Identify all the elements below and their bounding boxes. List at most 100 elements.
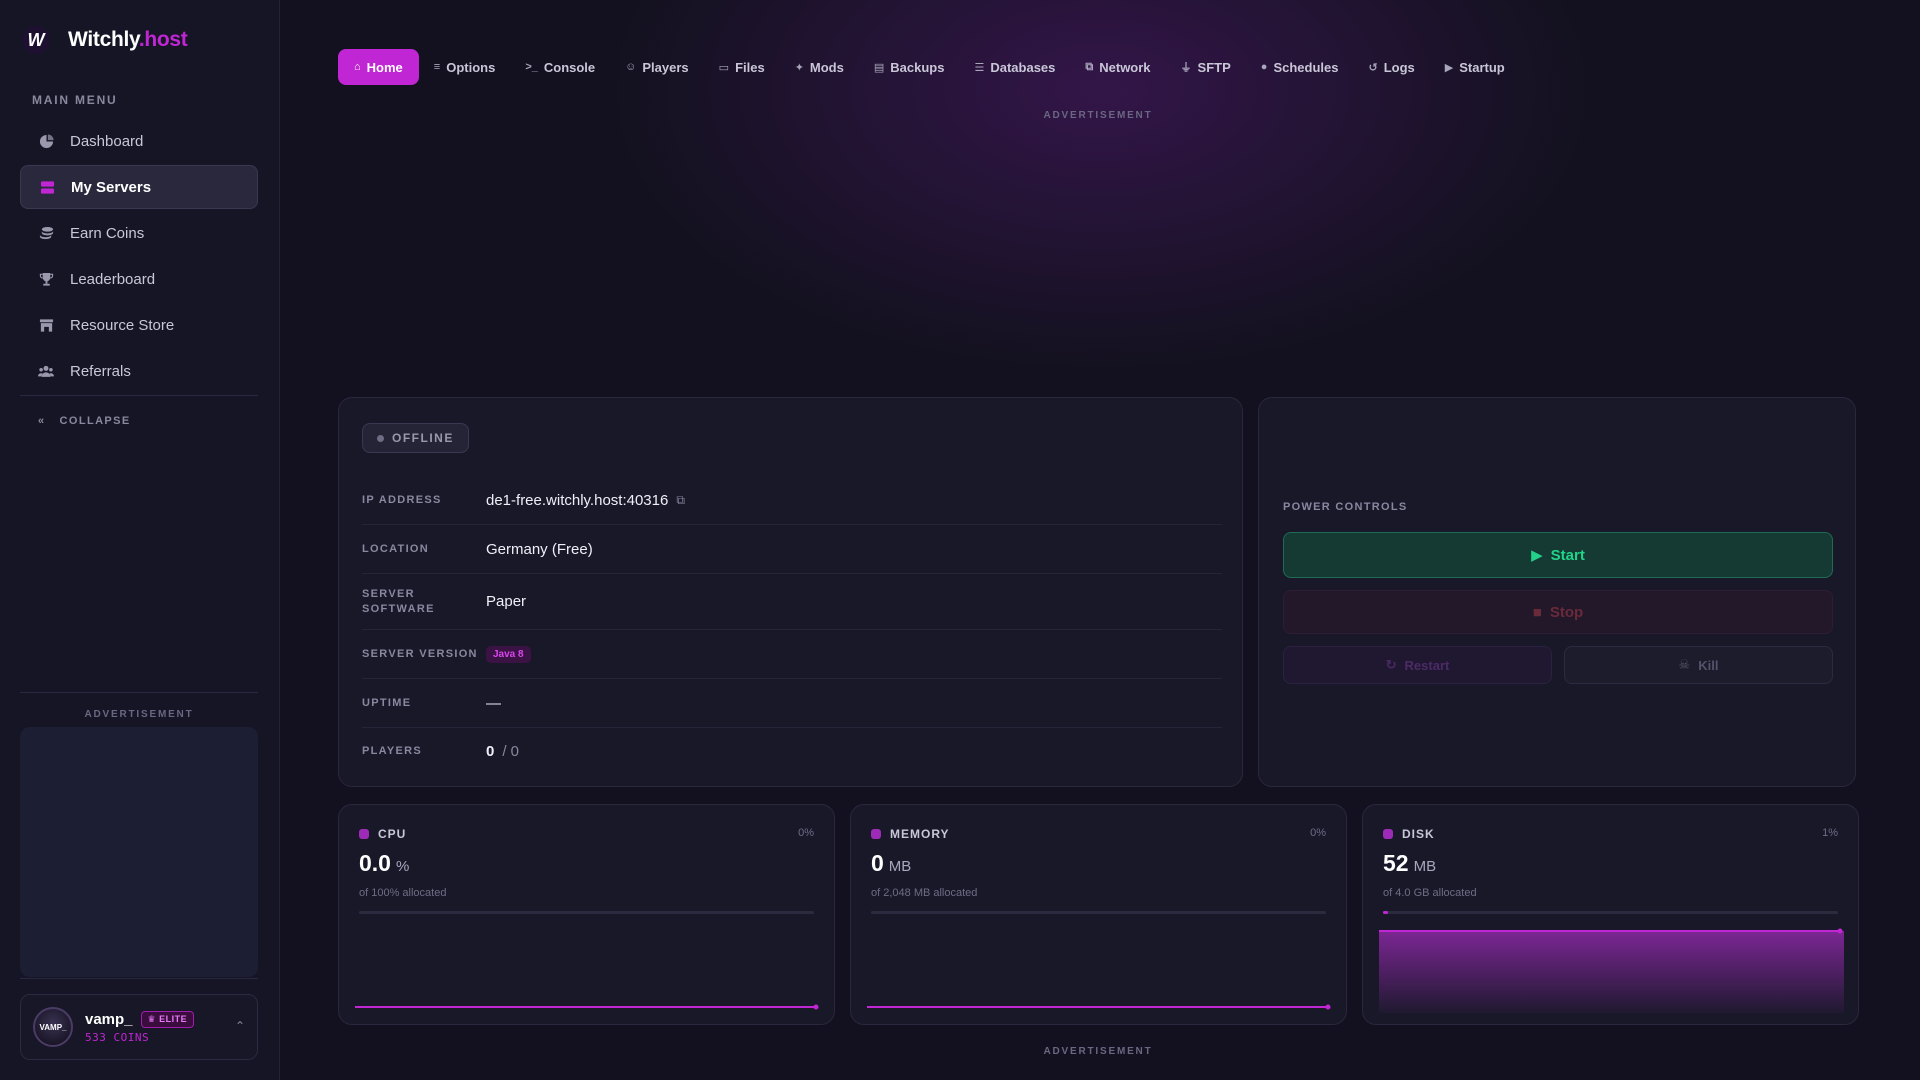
server-status-card: OFFLINE IP ADDRESS de1-free.witchly.host… xyxy=(338,397,1243,787)
start-button[interactable]: ▶ Start xyxy=(1283,532,1833,578)
sidebar-item-resource-store[interactable]: Resource Store xyxy=(20,303,258,347)
sidebar-item-referrals[interactable]: Referrals xyxy=(20,349,258,393)
status-dot-icon xyxy=(377,434,384,442)
avatar: VAMP_ xyxy=(33,1007,73,1047)
tab-players[interactable]: ☺ Players xyxy=(610,49,704,85)
tab-startup[interactable]: ▶ Startup xyxy=(1430,49,1520,85)
home-icon: ⌂ xyxy=(354,61,361,73)
tab-logs[interactable]: ↺ Logs xyxy=(1353,49,1429,85)
kill-button[interactable]: ☠ Kill xyxy=(1564,646,1833,684)
witchly-logo-icon: W xyxy=(22,26,50,54)
skull-icon: ☠ xyxy=(1678,657,1691,672)
usage-point xyxy=(1325,1004,1331,1010)
memory-value: 0 MB xyxy=(871,850,912,876)
users-icon xyxy=(38,363,54,379)
history-icon: ↺ xyxy=(1368,61,1378,74)
refresh-icon: ↻ xyxy=(1385,657,1397,672)
disk-metric-card: DISK 1% 52 MB of 4.0 GB allocated xyxy=(1362,804,1859,1025)
network-icon: ⧉ xyxy=(1085,60,1094,73)
chevron-up-icon[interactable]: ⌃ xyxy=(235,1019,245,1033)
user-profile-card[interactable]: VAMP_ vamp_ ♛ ELITE 533 COINS ⌃ xyxy=(20,994,258,1060)
power-controls-label: POWER CONTROLS xyxy=(1283,501,1408,513)
sidebar-item-leaderboard[interactable]: Leaderboard xyxy=(20,257,258,301)
play-icon: ▶ xyxy=(1531,547,1543,564)
tab-backups[interactable]: ▤ Backups xyxy=(859,49,960,85)
tab-databases[interactable]: ☰ Databases xyxy=(959,49,1070,85)
cpu-usage-chart xyxy=(355,1004,819,1010)
memory-metric-card: MEMORY 0% 0 MB of 2,048 MB allocated xyxy=(850,804,1347,1025)
top-ad-label: ADVERTISEMENT xyxy=(1043,110,1153,121)
trophy-icon xyxy=(38,271,54,287)
collapse-button[interactable]: « COLLAPSE xyxy=(38,415,131,427)
cpu-percent: 0% xyxy=(798,827,814,839)
sidebar-ad-label: ADVERTISEMENT xyxy=(84,709,194,720)
sidebar-ad-slot xyxy=(20,727,258,977)
restart-button[interactable]: ↻ Restart xyxy=(1283,646,1552,684)
sidebar-item-earn-coins[interactable]: Earn Coins xyxy=(20,211,258,255)
players-icon: ☺ xyxy=(625,61,637,73)
collapse-label: COLLAPSE xyxy=(59,415,131,427)
stop-button[interactable]: ■ Stop xyxy=(1283,590,1833,634)
power-controls-card: POWER CONTROLS ▶ Start ■ Stop ↻ Restart ☠ Ki… xyxy=(1258,397,1856,787)
username: vamp_ xyxy=(85,1010,133,1028)
usage-point xyxy=(1837,928,1843,934)
disk-percent: 1% xyxy=(1822,827,1838,839)
cpu-usage-bar xyxy=(359,911,814,914)
memory-percent: 0% xyxy=(1310,827,1326,839)
cpu-allocation: of 100% allocated xyxy=(359,887,447,899)
sidebar: W Witchly.host MAIN MENU Dashboard My Se… xyxy=(0,0,280,1080)
sidebar-item-label: Referrals xyxy=(70,362,131,380)
tab-mods[interactable]: ✦ Mods xyxy=(780,49,859,85)
brand-logo[interactable]: W Witchly.host xyxy=(22,26,188,54)
info-row-location: LOCATION Germany (Free) xyxy=(362,525,1222,574)
cpu-icon xyxy=(359,829,369,839)
info-row-uptime: UPTIME — xyxy=(362,679,1222,728)
sidebar-item-label: Dashboard xyxy=(70,132,144,150)
memory-allocation: of 2,048 MB allocated xyxy=(871,887,978,899)
plug-icon: ⏚ xyxy=(1180,62,1192,74)
tab-home[interactable]: ⌂ Home xyxy=(338,49,419,85)
tab-options[interactable]: ≡ Options xyxy=(419,49,511,85)
elite-badge: ♛ ELITE xyxy=(140,1010,195,1028)
app-root: W Witchly.host MAIN MENU Dashboard My Se… xyxy=(0,0,1920,1080)
crown-icon: ♛ xyxy=(147,1013,160,1024)
server-tabs: ⌂ Home ≡ Options >_ Console ☺ Players ▭ Files… xyxy=(338,49,1520,85)
play-icon: ▶ xyxy=(1444,61,1454,74)
sidebar-item-dashboard[interactable]: Dashboard xyxy=(20,119,258,163)
cpu-value: 0.0% xyxy=(359,850,410,876)
user-info: vamp_ ♛ ELITE 533 COINS xyxy=(85,1010,195,1044)
memory-usage-chart xyxy=(867,1004,1331,1010)
tab-console[interactable]: >_ Console xyxy=(510,49,610,85)
disk-value: 52 MB xyxy=(1383,850,1437,876)
main-content: ⌂ Home ≡ Options >_ Console ☺ Players ▭ Files… xyxy=(281,0,1920,1080)
copy-icon[interactable]: ⧉ xyxy=(676,493,685,508)
tab-files[interactable]: ▭ Files xyxy=(704,49,780,85)
sidebar-divider xyxy=(20,978,258,979)
main-menu-label: MAIN MENU xyxy=(32,93,118,107)
usage-point xyxy=(813,1004,819,1010)
sidebar-item-label: My Servers xyxy=(71,178,152,196)
double-chevron-left-icon: « xyxy=(38,415,46,427)
sidebar-divider xyxy=(20,395,258,396)
disk-allocation: of 4.0 GB allocated xyxy=(1383,887,1477,899)
cpu-metric-card: CPU 0% 0.0% of 100% allocated xyxy=(338,804,835,1025)
stop-icon: ■ xyxy=(1532,603,1542,621)
terminal-icon: >_ xyxy=(525,61,538,73)
info-row-players: PLAYERS 0/ 0 xyxy=(362,742,520,760)
ip-address-value[interactable]: de1-free.witchly.host:40316 xyxy=(486,492,668,509)
dashboard-icon xyxy=(38,133,54,149)
clock-icon: ● xyxy=(1260,61,1268,73)
memory-usage-bar xyxy=(871,911,1326,914)
puzzle-icon: ✦ xyxy=(794,61,804,74)
info-row-ip: IP ADDRESS de1-free.witchly.host:40316 ⧉ xyxy=(362,476,1222,525)
usage-area xyxy=(1379,931,1844,1013)
tab-network[interactable]: ⧉ Network xyxy=(1070,49,1165,85)
store-icon xyxy=(38,317,54,333)
database-icon: ☰ xyxy=(974,61,985,74)
tab-sftp[interactable]: ⏚ SFTP xyxy=(1166,49,1246,85)
server-info-table: IP ADDRESS de1-free.witchly.host:40316 ⧉ … xyxy=(362,476,1222,774)
sidebar-item-my-servers[interactable]: My Servers xyxy=(20,165,258,209)
sidebar-item-label: Leaderboard xyxy=(70,270,156,288)
info-row-version: SERVER VERSION Java 8 xyxy=(362,630,1222,679)
tab-schedules[interactable]: ● Schedules xyxy=(1246,49,1354,85)
